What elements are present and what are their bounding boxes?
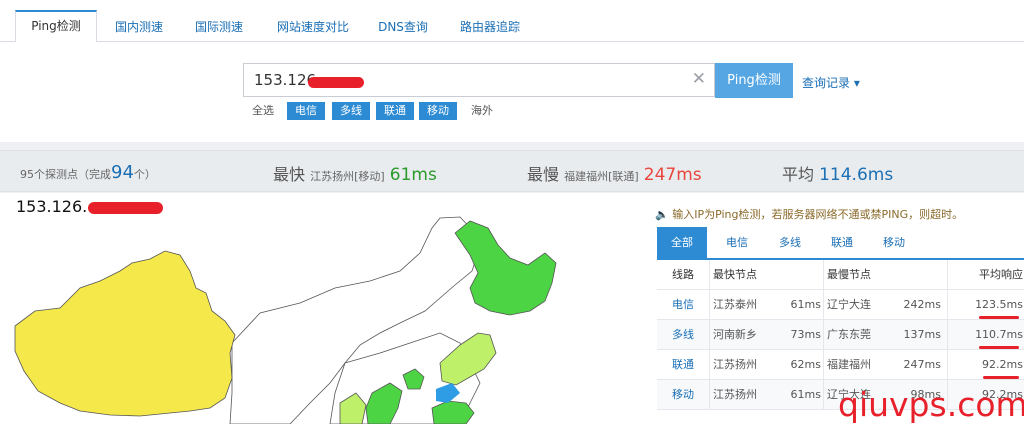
- stats-bar: 95个探测点（完成94个） 最快 江苏扬州[移动] 61ms 最慢 福建福州[联…: [0, 150, 1024, 192]
- redaction-mark: [308, 77, 364, 88]
- filter-telecom[interactable]: 电信: [287, 102, 325, 120]
- filter-multiline[interactable]: 多线: [332, 102, 370, 120]
- ping-page: Ping检测 国内测速 国际测速 网站速度对比 DNS查询 路由器追踪 153.…: [0, 0, 1024, 424]
- annotation-underline: [983, 376, 1019, 379]
- table-divider: [709, 260, 710, 410]
- table-row[interactable]: 多线 河南新乡 73ms 广东东莞 137ms 110.7ms: [657, 320, 1024, 350]
- history-dropdown[interactable]: 查询记录 ▾: [802, 74, 860, 91]
- tab-unicom[interactable]: 联通: [817, 227, 867, 258]
- results-tabs: 全部 电信 多线 联通 移动: [657, 227, 1024, 260]
- tab-domestic-speed[interactable]: 国内测速: [105, 12, 173, 42]
- ping-button[interactable]: Ping检测: [715, 63, 793, 98]
- tab-international-speed[interactable]: 国际测速: [185, 12, 253, 42]
- tab-all[interactable]: 全部: [657, 227, 707, 258]
- table-divider: [823, 260, 824, 410]
- speaker-icon: 🔈: [655, 208, 669, 221]
- table-row[interactable]: 电信 江苏泰州 61ms 辽宁大连 242ms 123.5ms: [657, 290, 1024, 320]
- map-region-xinjiang[interactable]: [14, 250, 236, 417]
- watermark: qiuvps.com: [838, 385, 1024, 424]
- tab-multiline[interactable]: 多线: [765, 227, 815, 258]
- china-map: [14, 216, 557, 424]
- close-icon[interactable]: ✕: [692, 69, 706, 89]
- tab-bar: Ping检测 国内测速 国际测速 网站速度对比 DNS查询 路由器追踪: [0, 0, 1024, 43]
- tab-mobile[interactable]: 移动: [869, 227, 919, 258]
- tab-dns[interactable]: DNS查询: [370, 12, 436, 42]
- ip-input[interactable]: 153.126. ✕: [243, 63, 715, 97]
- tab-telecom[interactable]: 电信: [712, 227, 762, 258]
- tab-site-compare[interactable]: 网站速度对比: [268, 12, 358, 42]
- filter-overseas[interactable]: 海外: [467, 102, 497, 120]
- ping-map: 153.126.: [0, 193, 645, 424]
- tab-traceroute[interactable]: 路由器追踪: [450, 12, 530, 42]
- filter-mobile[interactable]: 移动: [419, 102, 457, 120]
- table-header: 线路 最快节点 最慢节点 平均响应: [657, 260, 1024, 290]
- table-row[interactable]: 联通 江苏扬州 62ms 福建福州 247ms 92.2ms: [657, 350, 1024, 380]
- search-area: 153.126. ✕ Ping检测 查询记录 ▾ 全选 电信 多线 联通 移动 …: [0, 42, 1024, 142]
- notice-text: 🔈 输入IP为Ping检测，若服务器网络不通或禁PING，则超时。: [655, 208, 964, 221]
- annotation-underline: [979, 346, 1019, 349]
- filter-all[interactable]: 全选: [249, 102, 277, 120]
- tab-ping[interactable]: Ping检测: [15, 10, 97, 43]
- slowest-stat: 最慢 福建福州[联通] 247ms: [527, 165, 702, 185]
- filter-unicom[interactable]: 联通: [376, 102, 414, 120]
- fastest-stat: 最快 江苏扬州[移动] 61ms: [273, 165, 437, 185]
- annotation-underline: [979, 316, 1019, 319]
- average-stat: 平均 114.6ms: [782, 165, 894, 185]
- probe-count: 95个探测点（完成94个）: [20, 162, 156, 183]
